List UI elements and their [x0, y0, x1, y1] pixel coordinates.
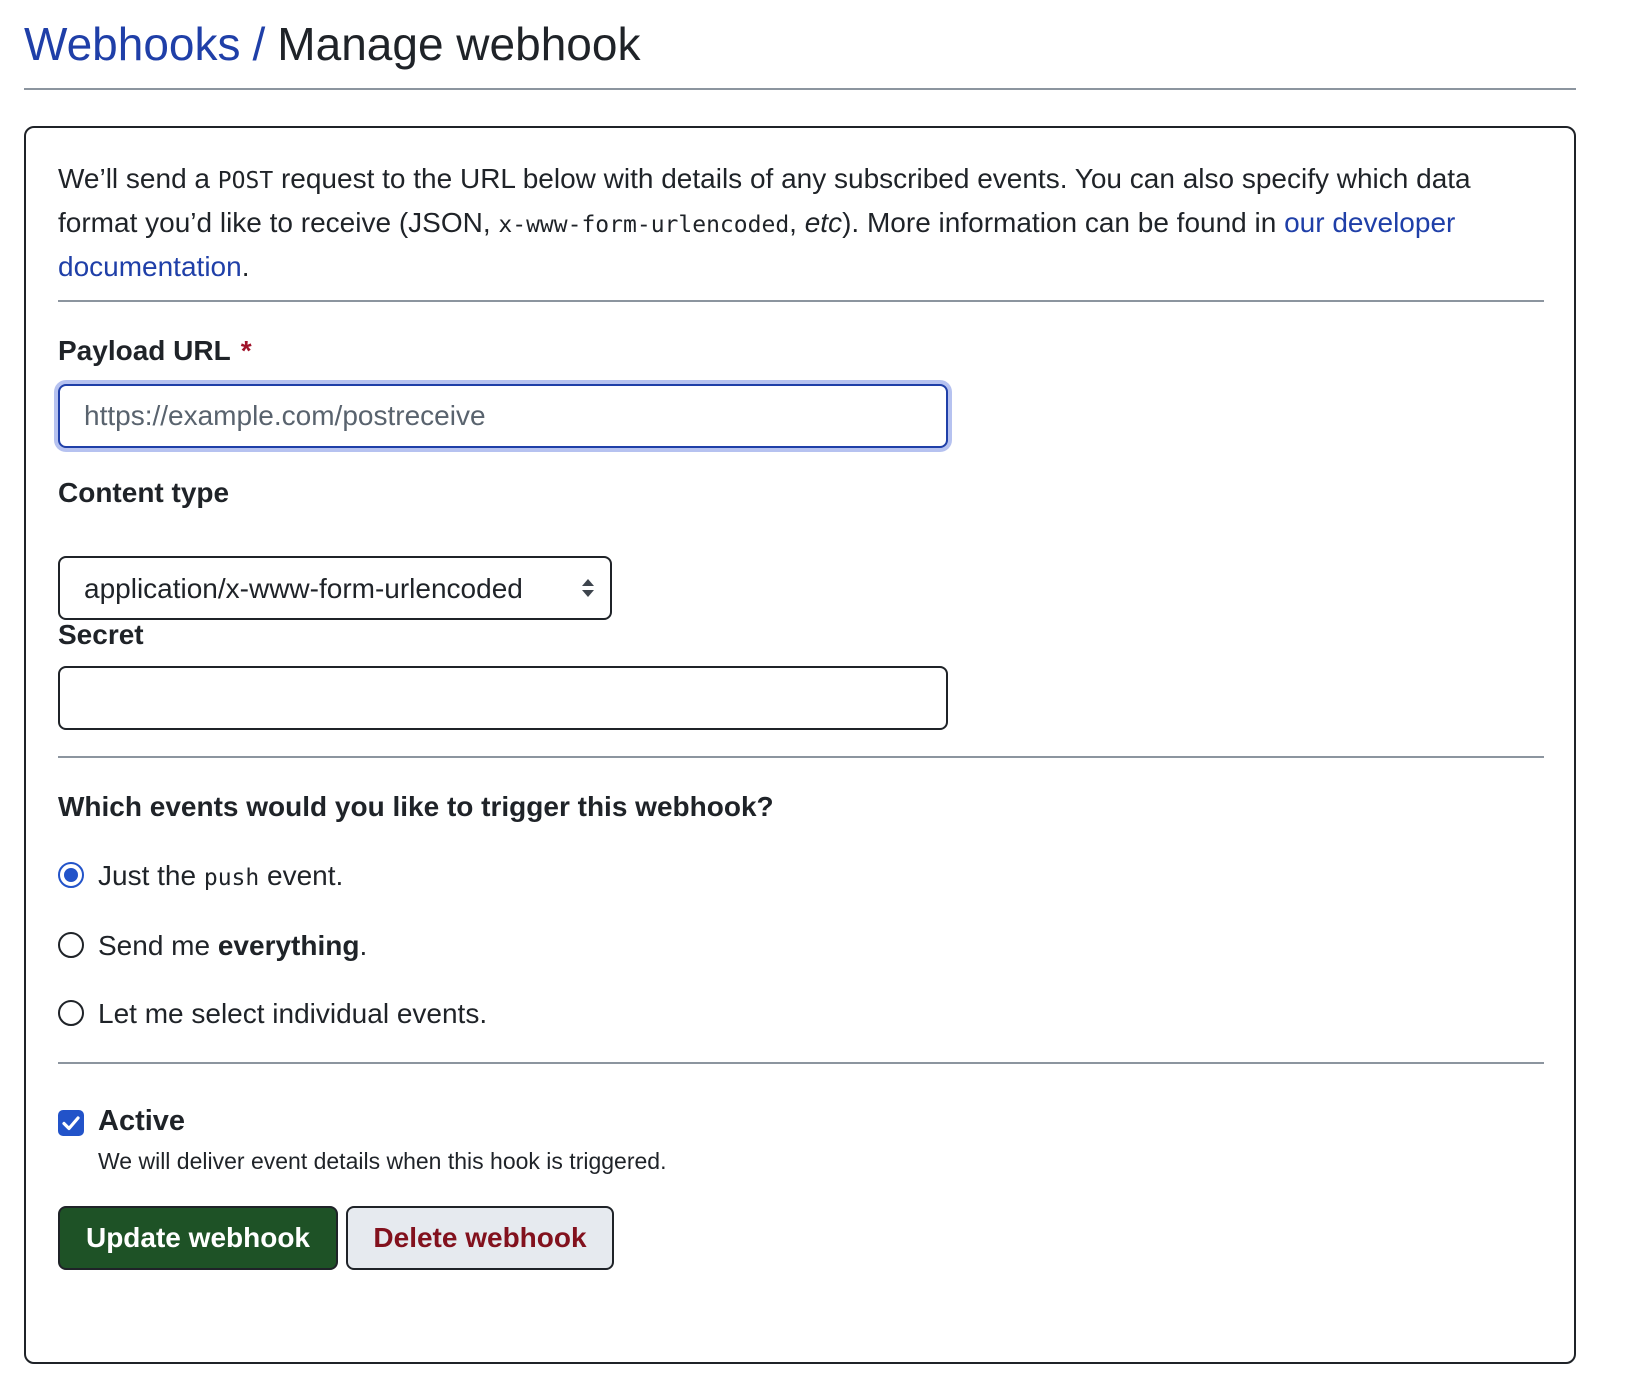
breadcrumb-separator: /: [252, 18, 266, 70]
format-code: x-www-form-urlencoded: [498, 212, 790, 238]
event-option-label: Just the push event.: [98, 858, 343, 896]
option-text: .: [359, 930, 368, 961]
payload-url-label: Payload URL *: [58, 334, 252, 368]
events-question: Which events would you like to trigger t…: [58, 791, 774, 822]
intro-text-part: .: [241, 251, 250, 282]
radio-button[interactable]: [58, 1000, 84, 1026]
divider: [58, 756, 1544, 758]
option-text: Send me: [98, 930, 218, 961]
active-label[interactable]: Active: [98, 1104, 185, 1138]
secret-input[interactable]: [58, 666, 948, 730]
breadcrumb-webhooks-link[interactable]: Webhooks: [24, 18, 241, 70]
webhook-form-panel: We’ll send a POST request to the URL bel…: [24, 126, 1576, 1364]
option-bold-text: everything: [217, 930, 360, 961]
update-webhook-button[interactable]: Update webhook: [58, 1206, 338, 1270]
check-icon: [62, 1116, 80, 1131]
content-type-label: Content type: [58, 477, 230, 508]
etc-text: etc: [804, 207, 843, 238]
event-option-individual[interactable]: Let me select individual events.: [58, 996, 558, 1032]
page-header: Webhooks / Manage webhook: [24, 8, 1576, 90]
divider: [58, 1062, 1544, 1064]
http-method-code: POST: [217, 168, 274, 194]
intro-text-part: ). More information can be found in: [842, 207, 1285, 238]
intro-text: We’ll send a POST request to the URL bel…: [58, 158, 1548, 288]
active-checkbox[interactable]: [58, 1110, 84, 1136]
option-text: event.: [259, 860, 344, 891]
event-option-label: Send me everything.: [98, 928, 367, 964]
intro-text-part: We’ll send a: [58, 163, 218, 194]
radio-button-checked[interactable]: [58, 862, 84, 888]
event-option-push[interactable]: Just the push event.: [58, 858, 458, 894]
secret-label: Secret: [58, 619, 144, 650]
payload-url-input[interactable]: [58, 384, 948, 448]
required-marker: *: [240, 335, 252, 366]
option-text: Just the: [98, 860, 204, 891]
page-title: Manage webhook: [277, 18, 641, 70]
payload-url-label-text: Payload URL: [58, 335, 231, 366]
content-type-select[interactable]: application/x-www-form-urlencoded: [58, 556, 612, 620]
push-code: push: [203, 865, 260, 891]
content-type-selected-value: application/x-www-form-urlencoded: [84, 573, 523, 604]
event-option-label: Let me select individual events.: [98, 998, 488, 1029]
event-option-everything[interactable]: Send me everything.: [58, 928, 458, 964]
chevron-up-down-icon: [580, 576, 596, 605]
delete-webhook-button[interactable]: Delete webhook: [346, 1206, 614, 1270]
intro-text-part: ,: [789, 207, 805, 238]
divider: [58, 300, 1544, 302]
active-description: We will deliver event details when this …: [98, 1148, 667, 1174]
breadcrumb: Webhooks / Manage webhook: [24, 14, 640, 74]
radio-button[interactable]: [58, 932, 84, 958]
